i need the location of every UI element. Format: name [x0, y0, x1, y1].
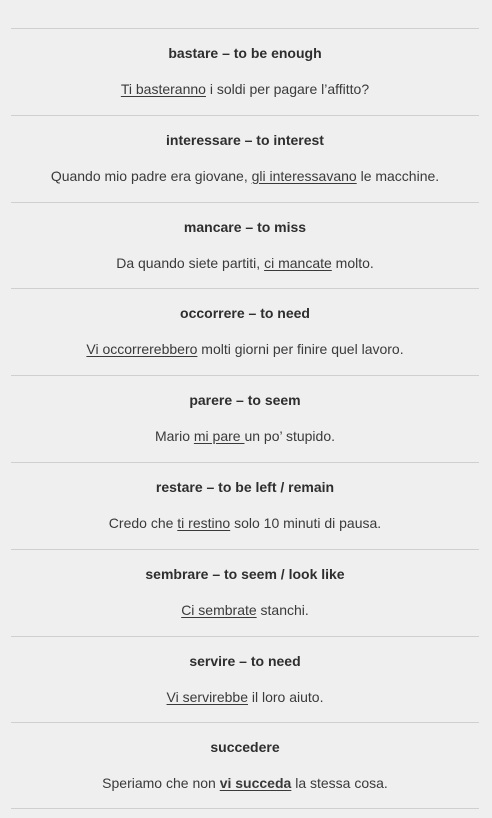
example-sentence: Ci sembrate stanchi. [11, 601, 479, 619]
example-after: stanchi. [256, 601, 309, 618]
example-before: Mario [154, 428, 194, 445]
example-sentence: Speriamo che non vi succeda la stessa co… [11, 774, 479, 792]
example-before: Quando mio padre era giovane, [50, 167, 252, 184]
verb-entry-restare: restare – to be left / remain Credo che … [11, 461, 479, 549]
example-after: molti giorni per finire quel lavoro. [197, 341, 404, 358]
example-sentence: Da quando siete partiti, ci mancate molt… [11, 254, 479, 272]
verb-entry-sembrare: sembrare – to seem / look like Ci sembra… [11, 548, 479, 636]
verb-entry-occorrere: occorrere – to need Vi occorrerebbero mo… [11, 288, 479, 375]
verb-term: occorrere – to need [180, 305, 310, 322]
verb-entry-succedere: succedere Speriamo che non vi succeda la… [11, 722, 479, 810]
example-sentence: Vi occorrerebbero molti giorni per finir… [11, 340, 479, 358]
example-highlight: mi pare [193, 428, 245, 445]
example-highlight: vi succeda [219, 775, 292, 792]
example-highlight: Ti basteranno [120, 81, 206, 97]
example-highlight: gli interessavano [251, 167, 357, 184]
example-sentence: Credo che ti restino solo 10 minuti di p… [11, 514, 479, 532]
verb-entry-interessare: interessare – to interest Quando mio pad… [11, 114, 479, 202]
verb-entry-parere: parere – to seem Mario mi pare un po’ st… [11, 375, 479, 462]
example-highlight: Vi servirebbe [166, 688, 248, 705]
example-before: Da quando siete partiti, [116, 254, 265, 271]
example-highlight: Ci sembrate [181, 601, 257, 618]
example-highlight: Vi occorrerebbero [86, 341, 198, 358]
verb-term: succedere [210, 739, 280, 756]
verb-term: interessare – to interest [166, 131, 324, 148]
example-sentence: Mario mi pare un po’ stupido. [11, 427, 479, 445]
example-sentence: Ti basteranno i soldi per pagare l’affit… [11, 80, 479, 98]
verb-entry-mancare: mancare – to miss Da quando siete partit… [11, 201, 479, 289]
example-sentence: Vi servirebbe il loro aiuto. [11, 688, 479, 706]
example-after: le macchine. [356, 167, 440, 184]
example-after: molto. [331, 254, 374, 271]
example-after: un po’ stupido. [244, 428, 336, 445]
example-highlight: ti restino [177, 514, 231, 531]
example-highlight: ci mancate [264, 254, 332, 271]
verb-term: servire – to need [189, 652, 301, 669]
verb-term: sembrare – to seem / look like [145, 565, 345, 582]
example-sentence: Quando mio padre era giovane, gli intere… [11, 167, 479, 185]
verb-entry-bastare: bastare – to be enough Ti basteranno i s… [11, 28, 479, 115]
example-after: il loro aiuto. [247, 688, 324, 705]
example-after: i soldi per pagare l’affitto? [205, 81, 370, 97]
verb-entry-servire: servire – to need Vi servirebbe il loro … [11, 635, 479, 723]
verb-term: restare – to be left / remain [155, 478, 335, 495]
example-before: Credo che [108, 514, 178, 531]
verb-term: mancare – to miss [183, 218, 307, 235]
verb-term: parere – to seem [189, 392, 301, 409]
example-before: Speriamo che non [102, 775, 220, 792]
example-after: solo 10 minuti di pausa. [230, 514, 382, 531]
verb-term: bastare – to be enough [168, 45, 322, 61]
verb-list: bastare – to be enough Ti basteranno i s… [11, 0, 479, 810]
example-after: la stessa cosa. [291, 775, 388, 792]
